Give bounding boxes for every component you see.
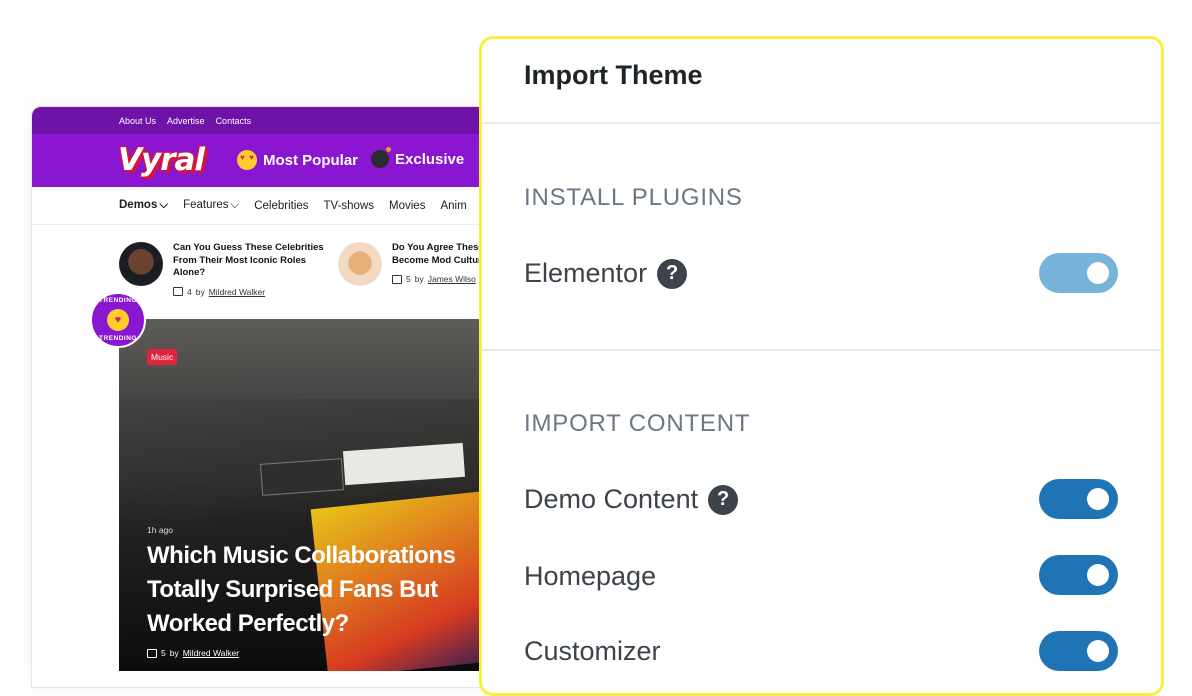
comment-icon [147, 648, 157, 658]
nav-demos-label: Demos [119, 199, 158, 211]
demo-content-toggle[interactable] [1039, 479, 1118, 519]
toggle-knob [1087, 262, 1109, 284]
homepage-row: Homepage [524, 561, 656, 592]
demo-content-label: Demo Content [524, 484, 699, 514]
hero-image-cd [259, 458, 345, 496]
card-meta: 4 by Mildred Walker [173, 287, 325, 297]
homepage-toggle[interactable] [1039, 555, 1118, 595]
help-icon[interactable]: ? [657, 258, 688, 289]
author-link[interactable]: Mildred Walker [183, 648, 239, 658]
author-link[interactable]: James Wilso [428, 274, 476, 284]
site-preview: About Us Advertise Contacts Vyral Most P… [31, 106, 503, 688]
by-label: by [169, 648, 179, 658]
heart-eyes-emoji-icon [237, 150, 257, 170]
most-popular-link[interactable]: Most Popular [237, 150, 358, 170]
top-links: About Us Advertise Contacts [119, 116, 251, 126]
customizer-label: Customizer [524, 636, 661, 666]
chevron-down-icon: ⌵ [230, 199, 240, 211]
toggle-knob [1087, 640, 1109, 662]
nav-item-celebrities[interactable]: Celebrities [254, 200, 308, 212]
homepage-label: Homepage [524, 561, 657, 591]
help-icon[interactable]: ? [708, 484, 739, 515]
by-label: by [195, 286, 205, 297]
hero-timestamp: 1h ago [147, 525, 173, 535]
toggle-knob [1087, 564, 1109, 586]
top-link-advertise[interactable]: Advertise [167, 116, 205, 126]
import-content-heading: IMPORT CONTENT [524, 410, 751, 437]
comment-count: 5 [161, 648, 166, 658]
badge-text-top: TRENDING [99, 297, 137, 304]
nav-item-movies[interactable]: Movies [389, 200, 425, 212]
demo-content-row: Demo Content ? [524, 484, 739, 515]
fire-emoji-icon: ♥ [107, 309, 129, 331]
hero-article[interactable]: Music 1h ago Which Music Collaborations … [119, 319, 502, 671]
card-thumbnail[interactable] [338, 242, 382, 286]
top-link-contacts[interactable]: Contacts [216, 116, 252, 126]
site-logo[interactable]: Vyral [118, 142, 205, 178]
top-bar: About Us Advertise Contacts [32, 107, 502, 134]
trending-badge: TRENDING ♥ TRENDING [90, 292, 146, 348]
comment-count: 4 [187, 286, 192, 297]
most-popular-label: Most Popular [263, 151, 359, 169]
nav-item-animals[interactable]: Anim [440, 200, 466, 212]
import-theme-panel: Import Theme INSTALL PLUGINS Elementor ?… [479, 36, 1164, 696]
card-thumbnail[interactable] [119, 242, 163, 286]
divider [482, 349, 1161, 351]
trending-card[interactable]: Can You Guess These Celebrities From The… [119, 242, 325, 297]
category-tag[interactable]: Music [147, 349, 178, 365]
main-nav: Demos ⌵ Features ⌵ Celebrities TV-shows Mo… [32, 187, 502, 225]
panel-title: Import Theme [524, 60, 703, 90]
hero-image-cd [342, 442, 466, 486]
divider [482, 122, 1161, 124]
nav-features-label: Features [183, 199, 229, 211]
card-text: Can You Guess These Celebrities From The… [173, 242, 325, 297]
by-label: by [414, 274, 424, 284]
top-link-about[interactable]: About Us [119, 116, 156, 126]
comment-count: 5 [406, 274, 411, 284]
hero-meta: 5 by Mildred Walker [147, 648, 239, 658]
nav-item-demos[interactable]: Demos ⌵ [119, 199, 168, 212]
nav-item-features[interactable]: Features ⌵ [183, 199, 239, 212]
bomb-icon [371, 147, 391, 168]
chevron-down-icon: ⌵ [159, 199, 169, 211]
toggle-knob [1087, 488, 1109, 510]
elementor-toggle[interactable] [1039, 253, 1118, 293]
badge-text-bottom: TRENDING [99, 335, 137, 342]
nav-item-tvshows[interactable]: TV-shows [324, 200, 375, 212]
elementor-label: Elementor [524, 258, 648, 288]
card-title[interactable]: Can You Guess These Celebrities From The… [173, 242, 325, 280]
comment-icon [392, 274, 402, 284]
hero-title[interactable]: Which Music Collaborations Totally Surpr… [147, 539, 502, 641]
customizer-toggle[interactable] [1039, 631, 1118, 671]
exclusive-link[interactable]: Exclusive [371, 147, 465, 168]
comment-icon [173, 287, 183, 296]
customizer-row: Customizer [524, 636, 661, 667]
exclusive-label: Exclusive [395, 150, 465, 168]
elementor-row: Elementor ? [524, 258, 688, 289]
install-plugins-heading: INSTALL PLUGINS [524, 184, 743, 211]
brand-bar: Vyral Most Popular Exclusive [32, 134, 502, 187]
author-link[interactable]: Mildred Walker [209, 287, 265, 297]
